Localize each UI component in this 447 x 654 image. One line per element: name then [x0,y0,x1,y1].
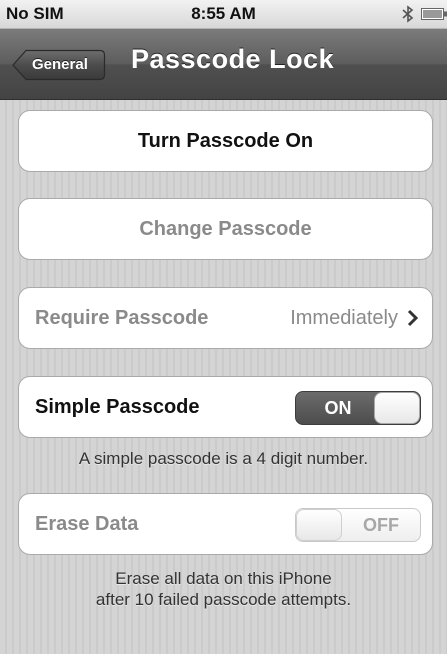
back-button-general[interactable]: General [12,49,106,81]
status-bar: No SIM 8:55 AM [0,0,447,29]
erase-data-toggle: OFF [295,508,421,542]
require-passcode-value: Immediately [290,307,398,329]
turn-passcode-on-label: Turn Passcode On [137,130,314,152]
back-button-label: General [32,56,88,73]
simple-passcode-footnote: A simple passcode is a 4 digit number. [78,449,369,468]
erase-data-row: Erase Data OFF [18,493,433,555]
clock: 8:55 AM [191,4,256,23]
passcode-lock-screen: No SIM 8:55 AM General Passcode Lock Tur… [0,0,447,654]
toggle-state-label: ON [324,398,352,418]
page-title: Passcode Lock [131,44,335,74]
simple-passcode-label: Simple Passcode [35,396,200,418]
toggle-knob [374,392,420,424]
change-passcode-label: Change Passcode [139,218,312,240]
change-passcode-button: Change Passcode [18,198,433,260]
bluetooth-icon [402,5,414,23]
toggle-state-label: OFF [363,515,399,535]
chevron-right-icon [407,309,419,327]
require-passcode-label: Require Passcode [35,307,209,329]
simple-passcode-toggle[interactable]: ON [295,391,421,425]
erase-data-footnote-line-2: after 10 failed passcode attempts. [95,590,352,609]
navigation-bar: General Passcode Lock [0,29,447,100]
simple-passcode-row: Simple Passcode ON [18,376,433,438]
battery-icon [421,8,447,20]
erase-data-label: Erase Data [35,513,139,535]
toggle-knob [296,509,342,541]
erase-data-footnote-line-1: Erase all data on this iPhone [115,569,332,588]
settings-list: Turn Passcode On Change Passcode Require… [0,100,447,654]
require-passcode-row: Require Passcode Immediately [18,287,433,349]
turn-passcode-on-button[interactable]: Turn Passcode On [18,110,433,172]
